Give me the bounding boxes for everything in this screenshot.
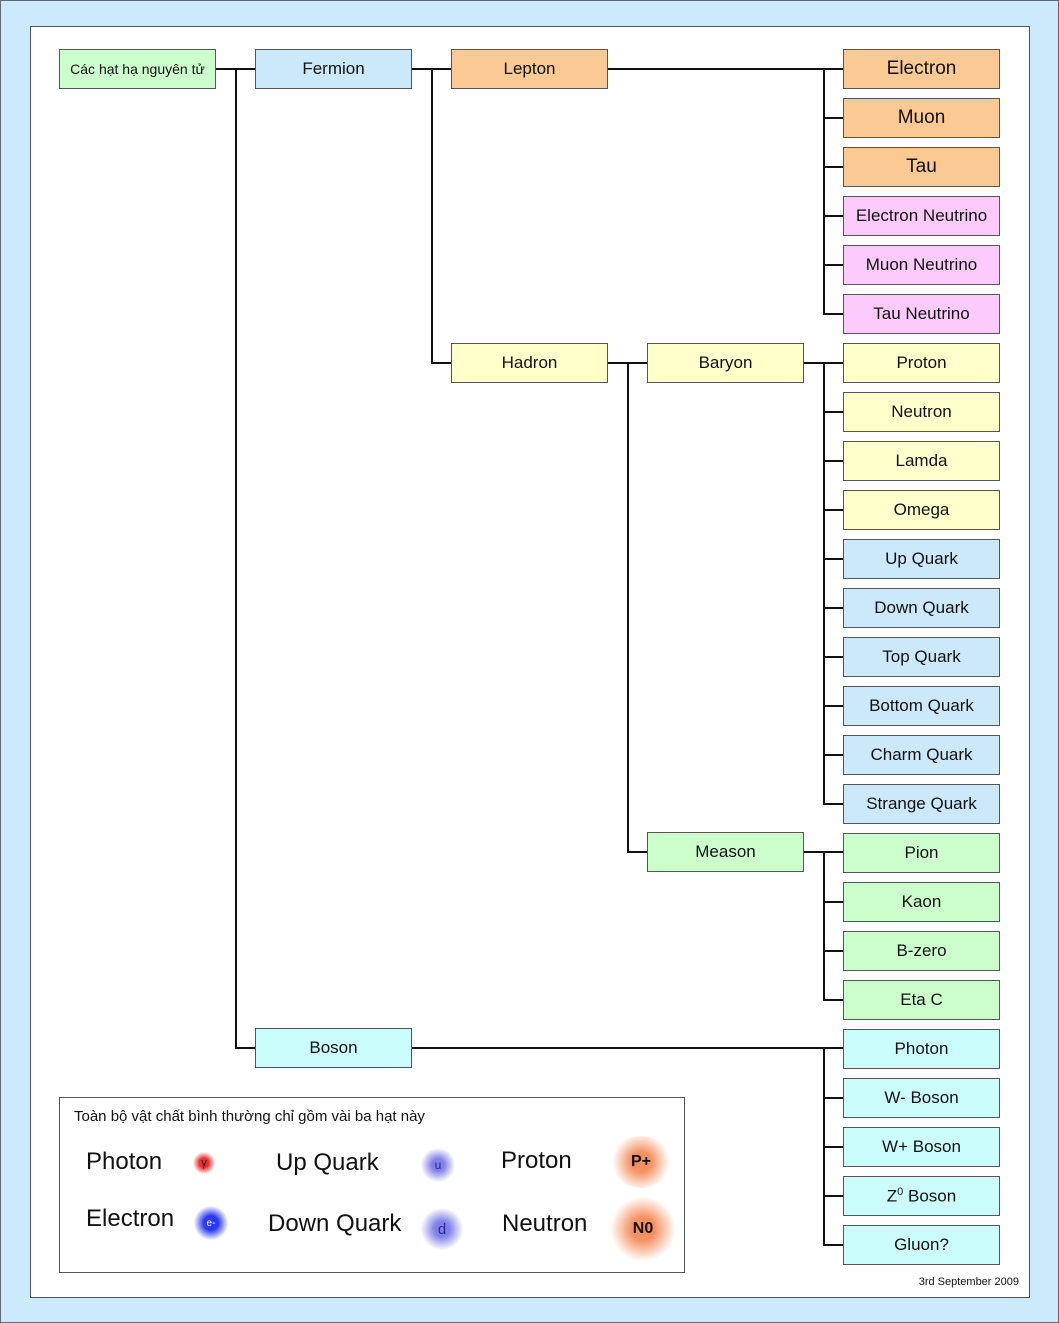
node-boson: Boson — [255, 1028, 412, 1068]
leaf-boson: Z0 Boson — [843, 1176, 1000, 1216]
leaf-boson: W+ Boson — [843, 1127, 1000, 1167]
connector — [627, 362, 629, 852]
connector — [823, 558, 843, 560]
legend-label-proton: Proton — [501, 1147, 572, 1174]
connector — [431, 68, 433, 363]
node-baryon: Baryon — [647, 343, 804, 383]
leaf-meason: B-zero — [843, 931, 1000, 971]
leaf-lepton: Tau — [843, 147, 1000, 187]
connector — [431, 362, 451, 364]
leaf-lepton: Electron Neutrino — [843, 196, 1000, 236]
leaf-meason: Eta C — [843, 980, 1000, 1020]
connector — [823, 851, 825, 999]
leaf-baryon: Lamda — [843, 441, 1000, 481]
connector — [823, 607, 843, 609]
connector — [823, 117, 843, 119]
node-meason: Meason — [647, 832, 804, 872]
connector — [823, 656, 843, 658]
node-hadron: Hadron — [451, 343, 608, 383]
leaf-lepton: Tau Neutrino — [843, 294, 1000, 334]
legend-label-down-quark: Down Quark — [268, 1210, 402, 1237]
connector — [823, 68, 825, 314]
node-lepton: Lepton — [451, 49, 608, 89]
connector — [823, 754, 843, 756]
leaf-quark: Bottom Quark — [843, 686, 1000, 726]
leaf-meason: Pion — [843, 833, 1000, 873]
legend-label-photon: Photon — [86, 1148, 163, 1175]
connector — [823, 1244, 843, 1246]
leaf-meason: Kaon — [843, 882, 1000, 922]
node-root: Các hạt hạ nguyên tử — [59, 49, 216, 89]
leaf-quark: Top Quark — [843, 637, 1000, 677]
connector — [823, 901, 843, 903]
leaf-baryon: Proton — [843, 343, 1000, 383]
connector — [823, 999, 843, 1001]
connector — [823, 509, 843, 511]
connector — [823, 166, 843, 168]
connector — [823, 264, 843, 266]
leaf-lepton: Electron — [843, 49, 1000, 89]
connector — [823, 460, 843, 462]
legend-label-neutron: Neutron — [502, 1210, 588, 1237]
legend-label-up-quark: Up Quark — [276, 1149, 379, 1176]
node-fermion: Fermion — [255, 49, 412, 89]
electron-icon: e- — [194, 1206, 228, 1240]
connector — [823, 950, 843, 952]
leaf-baryon: Omega — [843, 490, 1000, 530]
leaf-lepton: Muon Neutrino — [843, 245, 1000, 285]
leaf-quark: Strange Quark — [843, 784, 1000, 824]
leaf-boson: Gluon? — [843, 1225, 1000, 1265]
leaf-boson: W- Boson — [843, 1078, 1000, 1118]
connector — [608, 68, 843, 70]
down-quark-icon: d — [421, 1208, 463, 1250]
connector — [823, 803, 843, 805]
leaf-baryon: Neutron — [843, 392, 1000, 432]
date-stamp: 3rd September 2009 — [918, 1276, 1019, 1288]
connector — [823, 1146, 843, 1148]
leaf-lepton: Muon — [843, 98, 1000, 138]
leaf-boson: Photon — [843, 1029, 1000, 1069]
connector — [823, 313, 843, 315]
connector — [235, 1047, 255, 1049]
leaf-quark: Up Quark — [843, 539, 1000, 579]
connector — [627, 851, 647, 853]
photon-icon: γ — [193, 1152, 215, 1174]
leaf-quark: Down Quark — [843, 588, 1000, 628]
legend-title: Toàn bộ vật chất bình thường chỉ gồm vài… — [74, 1108, 425, 1125]
connector — [823, 215, 843, 217]
connector — [235, 68, 237, 1049]
connector — [823, 362, 825, 804]
leaf-quark: Charm Quark — [843, 735, 1000, 775]
legend-box: Toàn bộ vật chất bình thường chỉ gồm vài… — [59, 1097, 685, 1273]
connector — [823, 411, 843, 413]
neutron-icon: N0 — [611, 1197, 675, 1261]
connector — [823, 705, 843, 707]
up-quark-icon: u — [421, 1148, 455, 1182]
connector — [823, 1195, 843, 1197]
proton-icon: P+ — [611, 1136, 671, 1188]
legend-label-electron: Electron — [86, 1205, 175, 1232]
z-boson-label: Z0 Boson — [886, 1185, 957, 1206]
connector — [412, 1047, 843, 1049]
connector — [823, 1097, 843, 1099]
